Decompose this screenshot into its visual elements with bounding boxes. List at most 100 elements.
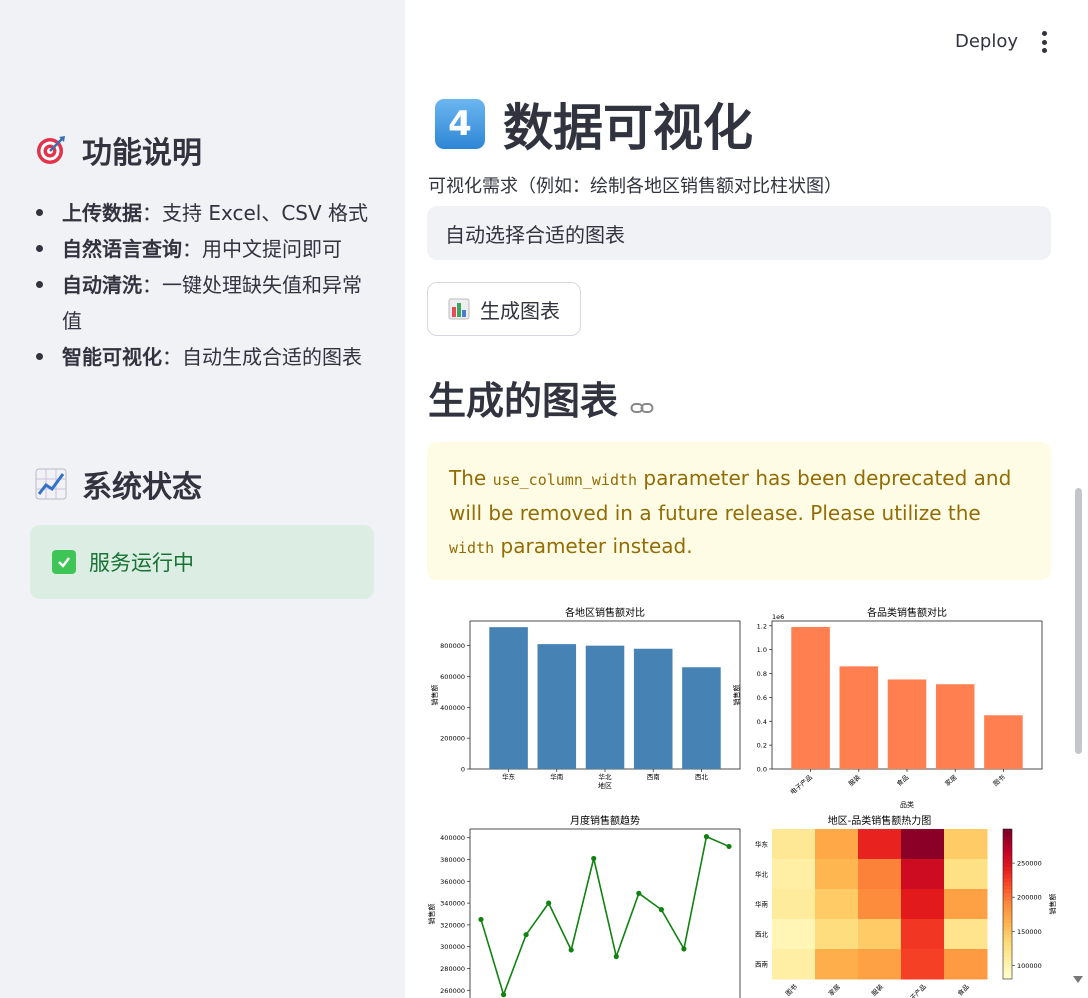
deploy-button[interactable]: Deploy (955, 31, 1018, 52)
colorbar-segment (1003, 937, 1012, 942)
heatmap-cell (944, 919, 988, 950)
heatmap-cell (815, 829, 859, 860)
y-tick-label: 0.4 (757, 718, 767, 726)
colorbar-segment (1003, 922, 1012, 927)
colorbar-tick-label: 200000 (1017, 894, 1042, 902)
features-heading: 功能说明 (34, 128, 202, 172)
status-title: 系统状态 (82, 470, 202, 505)
data-point (591, 855, 597, 862)
col-label: 家居 (826, 982, 842, 998)
scrollbar-thumb[interactable] (1075, 488, 1082, 754)
colorbar-segment (1003, 941, 1012, 946)
colorbar-label: 销售额 (1048, 894, 1057, 915)
y-tick-label: 0.6 (757, 694, 767, 702)
y-tick-label: 600000 (440, 673, 465, 681)
viz-input-label: 可视化需求（例如：绘制各地区销售额对比柱状图） (428, 176, 842, 197)
heatmap-cell (901, 889, 945, 920)
bar (682, 667, 721, 769)
colorbar-segment (1003, 866, 1012, 871)
y-tick-label: 260000 (440, 987, 465, 995)
series-line (480, 835, 730, 998)
colorbar-segment (1003, 855, 1012, 860)
features-title: 功能说明 (82, 136, 202, 171)
data-point (478, 916, 484, 923)
bar (489, 627, 528, 769)
x-tick-label: 图书 (991, 772, 1007, 788)
data-point (636, 890, 642, 896)
chart-image: 各地区销售额对比 0 200000 400000 600000 800000 华东 华南 华北西… (427, 600, 1067, 998)
bar-chart-icon (448, 298, 470, 320)
heatmap-cell (815, 919, 859, 950)
x-tick-label: 服装 (846, 772, 862, 788)
data-point (546, 900, 552, 906)
y-tick-label: 280000 (440, 965, 465, 973)
data-point (726, 843, 732, 850)
colorbar-segment (1003, 964, 1012, 969)
keycap-4-icon: 4 (435, 99, 485, 149)
bar (585, 645, 625, 769)
colorbar-segment (1003, 885, 1012, 890)
data-point (658, 907, 664, 913)
more-menu-icon[interactable] (1040, 31, 1048, 53)
row-label: 华东 (755, 840, 769, 849)
colorbar-segment (1003, 967, 1012, 972)
colorbar-segment (1003, 934, 1012, 939)
chart-increasing-icon (34, 467, 68, 501)
target-icon (34, 133, 68, 167)
x-axis-label: 地区 (598, 781, 612, 790)
colorbar-segment (1003, 881, 1012, 886)
colorbar-segment (1003, 836, 1012, 841)
y-tick-label: 400000 (440, 834, 465, 842)
colorbar-segment (1003, 896, 1012, 901)
data-point (568, 947, 574, 953)
heatmap-cell (901, 949, 945, 980)
colorbar-segment (1003, 915, 1012, 920)
colorbar-segment (1003, 844, 1012, 849)
colorbar-segment (1003, 829, 1012, 834)
bar (935, 684, 975, 769)
colorbar-segment (1003, 971, 1012, 976)
heatmap-cell (858, 889, 902, 920)
x-tick-label: 西南 (647, 772, 661, 781)
check-icon (52, 550, 76, 574)
link-icon[interactable] (630, 380, 654, 424)
heatmap-cell (772, 829, 816, 860)
colorbar-segment (1003, 945, 1012, 950)
heatmap-cell (858, 919, 902, 950)
colorbar-tick-label: 150000 (1017, 928, 1042, 936)
viz-request-input[interactable]: 自动选择合适的图表 (427, 206, 1051, 260)
x-tick-label: 西北 (695, 773, 709, 781)
y-tick-label: 800000 (440, 642, 465, 650)
colorbar-segment (1003, 904, 1012, 909)
scroll-down-arrow[interactable] (1073, 976, 1083, 983)
x-axis-label: 品类 (900, 800, 914, 809)
x-tick-label: 食品 (895, 773, 911, 788)
y-tick-label: 0.8 (757, 670, 767, 678)
chart-title: 月度销售额趋势 (570, 814, 640, 827)
y-tick-label: 0.0 (757, 766, 767, 774)
colorbar-tick-label: 100000 (1017, 962, 1042, 970)
heatmap-cell (772, 919, 816, 950)
charts-figure: 各地区销售额对比0200000400000600000800000华东 华南 华北西… (427, 606, 1057, 998)
data-point (500, 992, 507, 998)
bar (537, 644, 577, 769)
colorbar-segment (1003, 874, 1012, 879)
col-label: 食品 (955, 982, 971, 998)
axes-frame (469, 828, 741, 998)
list-item: 上传数据：支持 Excel、CSV 格式 (34, 195, 374, 231)
chart-title: 各地区销售额对比 (565, 606, 645, 619)
row-label: 西北 (755, 931, 769, 939)
section-title: 生成的图表 (428, 370, 654, 425)
colorbar-segment (1003, 956, 1012, 961)
colorbar-segment (1003, 900, 1012, 905)
colorbar-segment (1003, 862, 1012, 867)
bar (839, 666, 879, 769)
status-heading: 系统状态 (34, 462, 202, 506)
colorbar-segment (1003, 859, 1012, 864)
deprecation-warning: The use_column_width parameter has been … (427, 442, 1051, 580)
generate-chart-button[interactable]: 生成图表 (427, 282, 581, 336)
colorbar-segment (1003, 911, 1012, 916)
bar (791, 626, 830, 769)
features-list: 上传数据：支持 Excel、CSV 格式 自然语言查询：用中文提问即可 自动清洗… (34, 195, 374, 375)
bar (984, 715, 1023, 769)
